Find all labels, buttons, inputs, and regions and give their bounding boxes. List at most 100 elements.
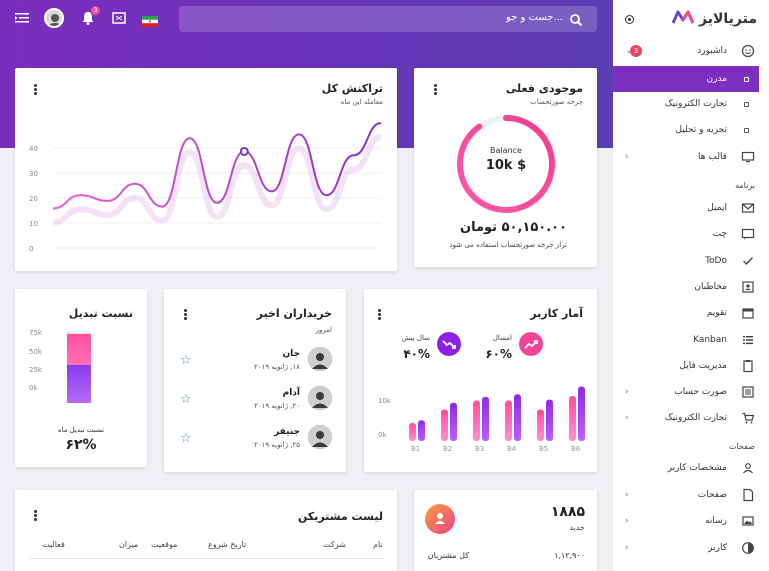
buyer-list-item[interactable]: جان ۱۸, ژانویه ۲۰۱۹ ☆	[180, 347, 332, 377]
sidebar-item-modern[interactable]: مدرن	[613, 66, 759, 92]
y-tick-label: 20	[29, 195, 38, 203]
search-input[interactable]: جست و جو...	[506, 12, 563, 23]
sidebar-item-app-6[interactable]: مدیریت فایل	[613, 353, 769, 379]
x-tick-label: B6	[571, 445, 581, 453]
card-subtitle: امروز	[315, 326, 332, 334]
sidebar-item-page-1[interactable]: صفحات ‹	[613, 482, 769, 508]
sidebar-item-label: رسانه	[705, 516, 727, 526]
sidebar-item-label: صفحات	[697, 489, 727, 500]
topbar: 3 جست و جو...	[0, 0, 613, 40]
brand-logo	[671, 10, 695, 28]
search-bar[interactable]: جست و جو...	[179, 6, 597, 32]
card-title: خریداران اخیر	[256, 307, 332, 320]
x-tick-label: B3	[475, 445, 484, 453]
bar-last-year	[537, 409, 544, 441]
star-icon[interactable]: ☆	[180, 431, 192, 446]
y-tick-label: 10	[29, 220, 38, 228]
sidebar-item-dashboard[interactable]: داشبورد 3 ⌄	[613, 38, 769, 64]
brand[interactable]: متریالایز	[668, 10, 757, 28]
section-heading-pages: صفحات	[729, 442, 755, 451]
sidebar-item-app-5[interactable]: Kanban	[613, 327, 769, 353]
chevron-left-icon: ‹	[625, 489, 629, 500]
buyer-name: جان	[282, 349, 300, 359]
x-tick-label: B5	[539, 445, 548, 453]
card-title: آمار کاربر	[530, 307, 583, 320]
radio-icon[interactable]	[625, 15, 634, 24]
page-icon	[741, 488, 755, 502]
total-customers-value: ۱,۱۲,۹۰۰	[554, 551, 585, 560]
brand-name: متریالایز	[699, 11, 757, 27]
sidebar-item-label: ToDo	[705, 255, 727, 266]
chevron-left-icon: ‹	[625, 516, 629, 526]
column-header-amount[interactable]: میزان	[119, 540, 138, 549]
bell-icon[interactable]: 3	[80, 6, 100, 26]
buyer-list-item[interactable]: آدام ۲۰, ژانویه ۲۰۱۹ ☆	[180, 386, 332, 416]
flag-icon[interactable]	[142, 12, 158, 27]
calendar-icon	[741, 306, 755, 320]
transactions-card: تراکنش کل معامله این ماه 0 10 20 30 40	[15, 68, 397, 271]
column-header-name[interactable]: نام	[373, 540, 383, 549]
star-icon[interactable]: ☆	[180, 353, 192, 368]
more-icon[interactable]	[34, 84, 38, 96]
buyer-date: ۲۵, ژانویه ۲۰۱۹	[254, 441, 300, 449]
sidebar-item-analytics[interactable]: تجزیه و تحلیل	[613, 117, 769, 143]
search-icon[interactable]	[569, 12, 583, 27]
column-header-position[interactable]: موقعیت	[151, 540, 177, 549]
fullscreen-icon[interactable]	[111, 10, 127, 26]
sidebar-item-app-8[interactable]: تجارت الکترونیک ‹	[613, 405, 769, 431]
conversion-value: ۶۲%	[65, 437, 97, 453]
y-tick-label: 25k	[29, 366, 43, 374]
more-icon[interactable]	[434, 84, 438, 96]
chevron-left-icon: ‹	[625, 152, 629, 162]
sidebar-item-ecommerce[interactable]: تجارت الکترونیک	[613, 91, 769, 117]
sidebar-item-page-3[interactable]: کاربر ‹	[613, 535, 769, 561]
bar-this-year	[578, 386, 585, 441]
avatar[interactable]	[44, 8, 64, 28]
sidebar-item-templates[interactable]: قالب ها ‹	[613, 144, 769, 170]
chevron-left-icon: ‹	[625, 542, 629, 553]
ring-label: Balance	[490, 146, 522, 155]
more-icon[interactable]	[378, 309, 382, 321]
new-count: ۱۸۸۵	[550, 504, 585, 520]
sidebar-item-app-1[interactable]: چت	[613, 221, 769, 247]
sidebar-item-app-4[interactable]: تقویم	[613, 300, 769, 326]
more-icon[interactable]	[34, 510, 38, 522]
menu-icon[interactable]	[14, 10, 30, 26]
bullet-icon	[744, 77, 749, 82]
buyer-name: آدام	[282, 388, 300, 398]
sidebar-item-app-2[interactable]: ToDo	[613, 248, 769, 274]
sidebar-item-page-0[interactable]: مشخصات کاربر	[613, 455, 769, 481]
y-tick-label: 0k	[378, 431, 387, 439]
sidebar-item-label: تجارت الکترونیک	[664, 99, 727, 109]
column-header-start-date[interactable]: تاریخ شروع	[208, 540, 246, 549]
card-title: نسبت تبدیل	[68, 307, 133, 320]
sidebar: متریالایز داشبورد 3 ⌄ مدرن تجارت الکترون…	[613, 0, 769, 571]
column-header-activity[interactable]: فعالیت	[42, 540, 65, 549]
bar-last-year	[473, 400, 480, 441]
sidebar-item-page-2[interactable]: رسانه ‹	[613, 508, 769, 534]
trend-down-icon	[437, 332, 461, 356]
x-tick-label: B2	[443, 445, 452, 453]
y-tick-label: 75k	[29, 329, 43, 337]
ring-value: 10k $	[485, 158, 527, 173]
buyer-date: ۲۰, ژانویه ۲۰۱۹	[254, 402, 300, 410]
sidebar-item-label: تجزیه و تحلیل	[675, 125, 727, 135]
section-heading-app: برنامه	[735, 181, 755, 190]
bar-this-year	[546, 399, 553, 441]
star-icon[interactable]: ☆	[180, 392, 192, 407]
bullet-icon	[744, 128, 749, 133]
more-icon[interactable]	[184, 309, 188, 321]
column-header-company[interactable]: شرکت	[323, 540, 346, 549]
balance-note: تراز چرخه صورتحساب استفاده می شود	[449, 241, 567, 249]
bar-last-year	[441, 409, 448, 441]
this-year-label: امسال	[492, 334, 512, 342]
sidebar-item-app-3[interactable]: مخاطبان	[613, 274, 769, 300]
sidebar-item-label: مخاطبان	[694, 281, 727, 292]
sidebar-item-app-0[interactable]: ایمیل	[613, 195, 769, 221]
y-tick-label: 10k	[378, 397, 392, 405]
buyer-list-item[interactable]: جنیفر ۲۵, ژانویه ۲۰۱۹ ☆	[180, 425, 332, 455]
sidebar-item-app-7[interactable]: صورت حساب ‹	[613, 379, 769, 405]
buyer-date: ۱۸, ژانویه ۲۰۱۹	[254, 363, 300, 371]
y-tick-label: 0k	[29, 384, 38, 392]
user-add-icon	[425, 504, 455, 534]
